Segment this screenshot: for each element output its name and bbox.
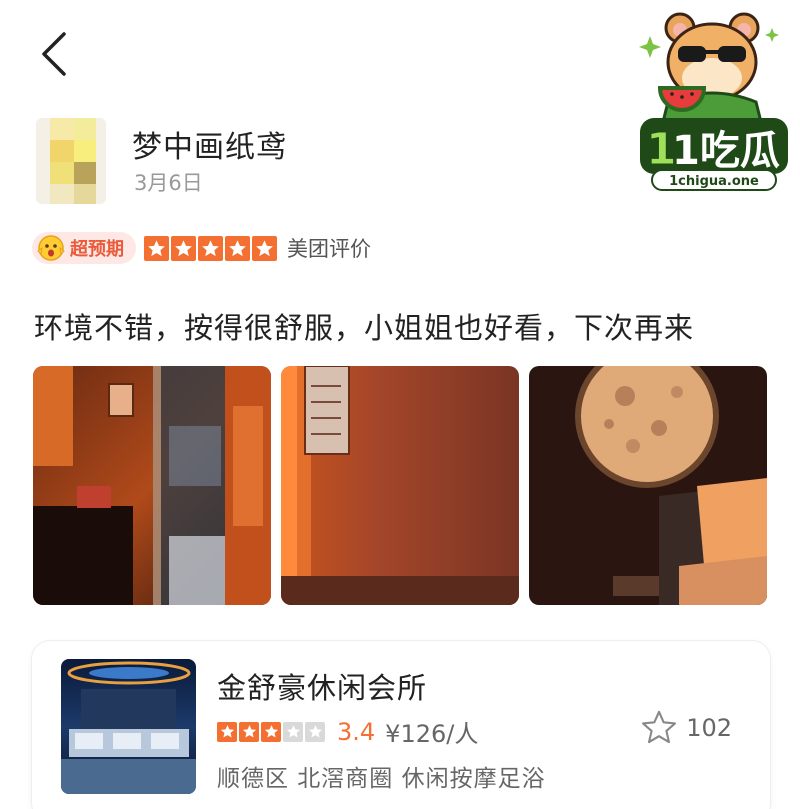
logo-domain: 1chigua.one bbox=[669, 174, 759, 189]
shop-score: 3.4 bbox=[337, 717, 376, 746]
star-icon bbox=[144, 235, 169, 261]
post-date: 3月6日 bbox=[134, 171, 203, 195]
shop-photo bbox=[61, 659, 196, 794]
avatar[interactable] bbox=[36, 118, 106, 204]
expectation-badge: 超预期 bbox=[32, 232, 136, 264]
room-photo-2 bbox=[281, 366, 519, 605]
review-text: 环境不错，按得很舒服，小姐姐也好看，下次再来 bbox=[34, 311, 695, 345]
username[interactable]: 梦中画纸鸢 bbox=[132, 122, 287, 166]
shop-rating-row: 3.4 ¥126/人 bbox=[217, 714, 478, 749]
back-button[interactable] bbox=[36, 30, 76, 78]
favorite-count: 102 bbox=[686, 714, 732, 742]
review-rating-row: 超预期 美团评价 bbox=[32, 230, 371, 266]
hamster-mascot-icon: 1 1吃瓜 1chigua.one bbox=[639, 12, 788, 191]
review-photo[interactable] bbox=[529, 366, 767, 605]
watermark-logo: 1 1吃瓜 1chigua.one bbox=[632, 6, 792, 192]
shop-name[interactable]: 金舒豪休闲会所 bbox=[217, 665, 427, 707]
star-icon bbox=[217, 721, 237, 742]
star-outline-icon bbox=[642, 710, 677, 744]
star-icon bbox=[171, 235, 196, 261]
shop-card[interactable]: 金舒豪休闲会所 3.4 ¥126/人 102 顺德区 北滘商圈 休闲按摩足浴 bbox=[32, 641, 770, 809]
star-icon bbox=[225, 235, 250, 261]
shop-price: ¥126/人 bbox=[385, 720, 479, 748]
review-photos bbox=[33, 366, 767, 605]
review-stars bbox=[144, 235, 279, 261]
review-photo[interactable] bbox=[33, 366, 271, 605]
room-photo-3 bbox=[529, 366, 767, 605]
star-empty-icon bbox=[305, 721, 325, 742]
room-photo-1 bbox=[33, 366, 271, 605]
back-arrow-icon bbox=[42, 32, 66, 76]
star-icon bbox=[198, 235, 223, 261]
star-icon bbox=[252, 235, 277, 261]
surprised-face-icon bbox=[37, 235, 65, 261]
favorite-button[interactable]: 102 bbox=[640, 709, 732, 747]
review-photo[interactable] bbox=[281, 366, 519, 605]
shop-location-category: 顺德区 北滘商圈 休闲按摩足浴 bbox=[217, 766, 546, 792]
star-empty-icon bbox=[283, 721, 303, 742]
review-source: 美团评价 bbox=[287, 237, 371, 261]
logo-title: 1吃瓜 bbox=[672, 128, 780, 174]
star-icon bbox=[239, 721, 259, 742]
shop-thumbnail[interactable] bbox=[61, 659, 196, 794]
star-icon bbox=[261, 721, 281, 742]
expectation-badge-label: 超预期 bbox=[70, 239, 124, 260]
